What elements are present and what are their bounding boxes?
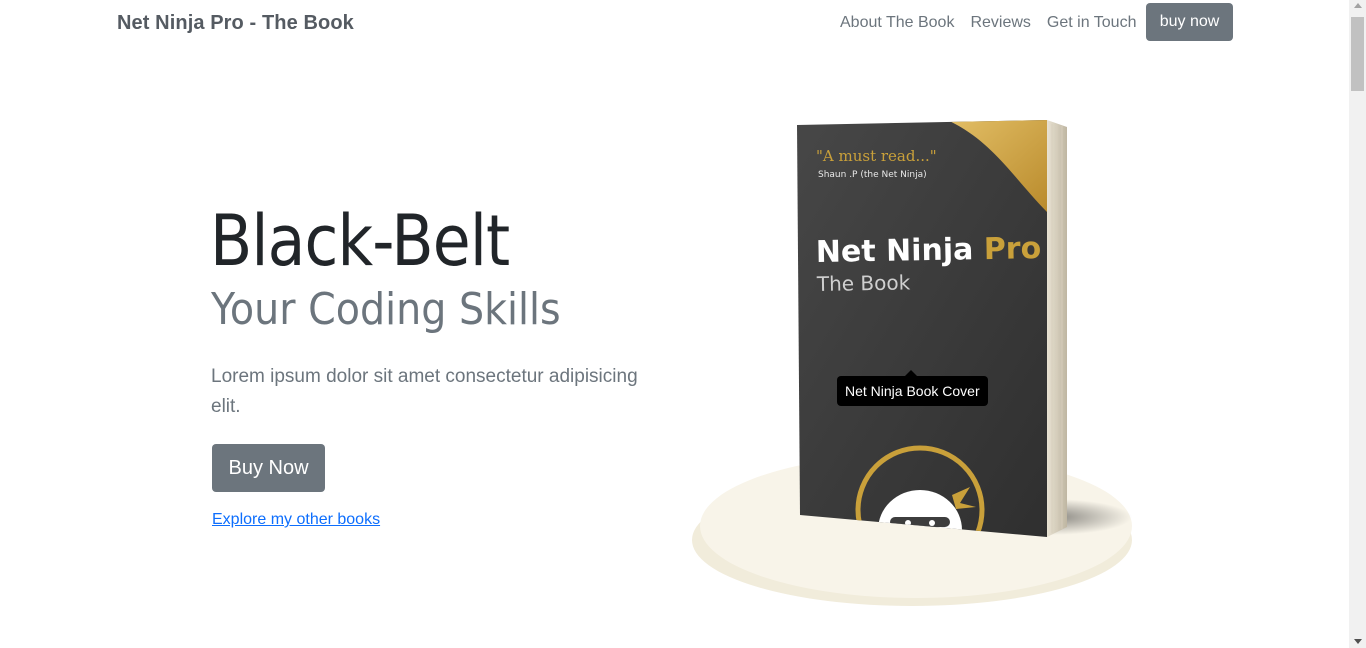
scroll-thumb[interactable] bbox=[1351, 17, 1364, 91]
nav-link-reviews[interactable]: Reviews bbox=[970, 14, 1030, 32]
explore-books-link[interactable]: Explore my other books bbox=[212, 511, 380, 529]
navbar-links: About The Book Reviews Get in Touch bbox=[840, 14, 1136, 32]
hero-subtitle: Your Coding Skills bbox=[211, 284, 561, 335]
nav-buy-button[interactable]: buy now bbox=[1146, 3, 1233, 41]
cover-title: Net Ninja Pro bbox=[816, 231, 1042, 270]
scroll-up-arrow-icon[interactable] bbox=[1354, 3, 1362, 8]
book-cover-tooltip: Net Ninja Book Cover bbox=[837, 370, 988, 406]
cover-quote-author: Shaun .P (the Net Ninja) bbox=[818, 170, 927, 180]
nav-link-about[interactable]: About The Book bbox=[840, 14, 954, 32]
buy-now-button[interactable]: Buy Now bbox=[212, 444, 325, 492]
cover-subtitle: The Book bbox=[816, 270, 911, 296]
page-scrollbar[interactable] bbox=[1349, 0, 1366, 648]
hero-lead-text: Lorem ipsum dolor sit amet consectetur a… bbox=[211, 366, 638, 417]
book-cover-image[interactable]: "A must read..." Shaun .P (the Net Ninja… bbox=[690, 115, 1140, 610]
book-front-cover bbox=[797, 120, 1047, 537]
scroll-down-arrow-icon[interactable] bbox=[1354, 639, 1362, 644]
cover-quote: "A must read..." bbox=[816, 147, 937, 165]
hero-title: Black-Belt bbox=[210, 200, 510, 282]
page: Net Ninja Pro - The Book About The Book … bbox=[0, 0, 1366, 648]
navbar-brand[interactable]: Net Ninja Pro - The Book bbox=[117, 12, 354, 35]
nav-link-contact[interactable]: Get in Touch bbox=[1047, 14, 1137, 32]
